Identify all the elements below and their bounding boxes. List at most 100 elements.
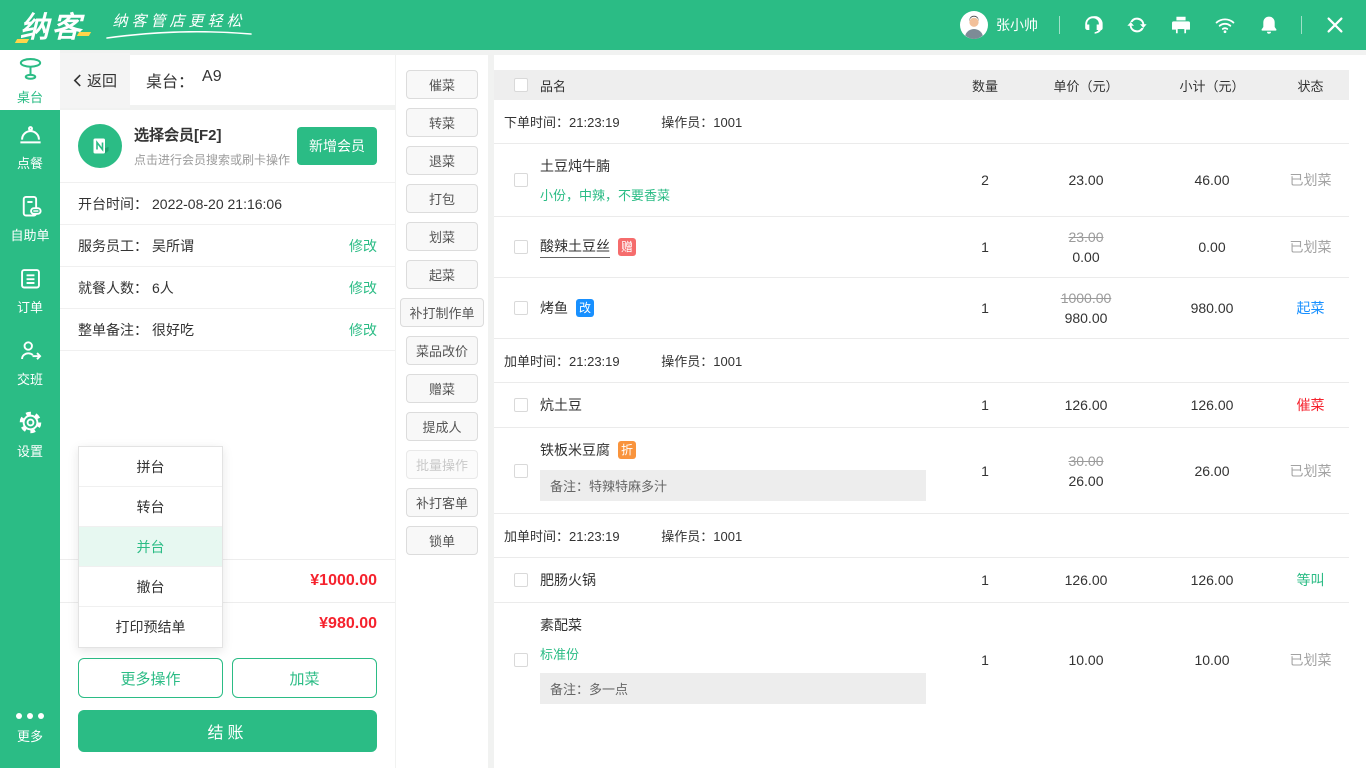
row-checkbox[interactable]: [514, 652, 528, 667]
dish-spec: 小份，中辣，不要香菜: [540, 188, 671, 203]
dish-qty: 1: [981, 300, 989, 316]
dish-subtotal: 0.00: [1198, 239, 1226, 255]
support-icon[interactable]: [1081, 14, 1104, 37]
order-remark-row: 整单备注： 很好吃 修改: [60, 309, 395, 351]
select-all-checkbox[interactable]: [514, 78, 528, 92]
dish-price: 980.00: [1064, 310, 1108, 326]
transfer-dish-button[interactable]: 转菜: [406, 108, 478, 137]
dish-status: 已划菜: [1289, 651, 1332, 668]
sidebar-item-label: 订单: [16, 299, 43, 315]
menu-item-join-table[interactable]: 拼台: [79, 447, 222, 487]
notification-bell-icon[interactable]: [1257, 14, 1280, 37]
row-checkbox[interactable]: [514, 463, 528, 478]
edit-guest-count-link[interactable]: 修改: [349, 278, 377, 298]
topbar: 纳客 纳客管店更轻松 张小帅: [0, 0, 1366, 50]
operator-label: 操作员：: [661, 115, 714, 130]
order-time-value: 21:23:19: [569, 115, 620, 130]
return-dish-button[interactable]: 退菜: [406, 146, 478, 175]
row-checkbox[interactable]: [514, 398, 528, 412]
wifi-icon[interactable]: [1213, 14, 1236, 37]
printer-icon[interactable]: [1169, 14, 1192, 37]
back-button[interactable]: 返回: [60, 52, 130, 108]
dish-status: 已划菜: [1289, 239, 1332, 255]
dish-status: 起菜: [1296, 300, 1325, 316]
dish-qty: 1: [981, 239, 989, 255]
order-time-label: 加单时间：: [504, 354, 570, 369]
back-label: 返回: [86, 72, 117, 90]
reprint-customer-ticket-button[interactable]: 补打客单: [406, 488, 478, 517]
sidebar-item-shift[interactable]: 交班: [0, 326, 60, 398]
menu-item-merge-table[interactable]: 并台: [79, 527, 222, 567]
commission-person-button[interactable]: 提成人: [406, 412, 478, 441]
dish-spec: 标准份: [540, 647, 580, 662]
order-group: 加单时间：21:23:19 操作员：1001 肥肠火锅 1 126.00 126…: [494, 514, 1349, 716]
table-row: 素配菜 标准份 备注：多一点 1 10.00 10.00 已划菜: [494, 603, 1349, 716]
open-time-value: 2022-08-20 21:16:06: [152, 195, 282, 212]
checkout-button[interactable]: 结账: [78, 710, 377, 752]
dish-subtotal: 126.00: [1190, 572, 1234, 588]
app-tagline-text: 纳客管店更轻松: [112, 13, 246, 30]
more-actions-popup: 拼台 转台 并台 撤台 打印预结单: [78, 446, 223, 648]
close-icon[interactable]: [1323, 14, 1346, 37]
member-card-icon: [78, 124, 122, 168]
guest-count-value: 6人: [152, 279, 174, 296]
change-dish-price-button[interactable]: 菜品改价: [406, 336, 478, 365]
sidebar-item-label: 自助单: [10, 227, 50, 243]
row-checkbox[interactable]: [514, 173, 528, 187]
takeout-pack-button[interactable]: 打包: [406, 184, 478, 213]
start-dish-button[interactable]: 起菜: [406, 260, 478, 289]
user-menu[interactable]: 张小帅: [960, 11, 1038, 39]
reprint-kitchen-ticket-button[interactable]: 补打制作单: [400, 298, 484, 327]
operator-value: 1001: [713, 529, 743, 544]
row-checkbox[interactable]: [514, 240, 528, 254]
lock-order-button[interactable]: 锁单: [406, 526, 478, 555]
order-time-value: 21:23:19: [569, 529, 620, 544]
open-time-row: 开台时间： 2022-08-20 21:16:06: [60, 183, 395, 225]
sidebar-item-order-food[interactable]: 点餐: [0, 110, 60, 182]
sidebar-item-settings[interactable]: 设置: [0, 398, 60, 470]
sync-icon[interactable]: [1125, 14, 1148, 37]
mark-served-button[interactable]: 划菜: [406, 222, 478, 251]
tagline-swoosh: [106, 31, 252, 39]
edit-waiter-link[interactable]: 修改: [349, 236, 377, 256]
row-checkbox[interactable]: [514, 301, 528, 315]
dish-old-price: 1000.00: [1060, 290, 1112, 306]
sidebar-item-label: 桌台: [16, 89, 43, 105]
order-remark-value: 很好吃: [152, 321, 194, 338]
dish-subtotal: 126.00: [1190, 397, 1234, 413]
sidebar-item-self-order[interactable]: 自助单: [0, 182, 60, 254]
dish-subtotal: 46.00: [1194, 172, 1230, 188]
more-operations-button[interactable]: 更多操作: [78, 658, 223, 698]
sidebar-item-tables[interactable]: 桌台: [0, 50, 60, 110]
dish-name: 烤鱼: [540, 300, 568, 316]
operator-value: 1001: [713, 115, 743, 130]
add-member-button[interactable]: 新增会员: [297, 127, 377, 165]
column-header-qty: 数量: [971, 78, 998, 94]
dish-price: 10.00: [1068, 651, 1104, 668]
operator-value: 1001: [713, 354, 743, 369]
column-header-name: 品名: [540, 78, 567, 94]
select-member-subtitle: 点击进行会员搜索或刷卡操作: [134, 153, 291, 167]
dish-qty: 2: [981, 172, 989, 188]
order-group: 加单时间：21:23:19 操作员：1001 炕土豆 1 126.00 126.…: [494, 339, 1349, 514]
logo-accent: [76, 32, 92, 36]
menu-item-transfer-table[interactable]: 转台: [79, 487, 222, 527]
order-table-header: 品名 数量 单价（元） 小计（元） 状态: [494, 70, 1349, 100]
sidebar-item-more[interactable]: 更多: [0, 700, 60, 758]
menu-item-clear-table[interactable]: 撤台: [79, 567, 222, 607]
user-avatar: [960, 11, 988, 39]
row-checkbox[interactable]: [514, 573, 528, 587]
add-dish-button[interactable]: 加菜: [232, 658, 377, 698]
table-row: 烤鱼 改 1 1000.00 980.00 980.00 起菜: [494, 278, 1349, 339]
menu-item-print-prebill[interactable]: 打印预结单: [79, 607, 222, 647]
sidebar-item-orders[interactable]: 订单: [0, 254, 60, 326]
app-logo-text: 纳客: [20, 12, 85, 44]
app-logo: 纳客: [14, 4, 92, 46]
urge-dish-button[interactable]: 催菜: [406, 70, 478, 99]
order-time-value: 21:23:19: [569, 354, 620, 369]
select-member-area[interactable]: 选择会员[F2] 点击进行会员搜索或刷卡操作: [134, 124, 297, 168]
dish-price: 126.00: [1064, 397, 1108, 413]
edit-remark-link[interactable]: 修改: [349, 320, 377, 340]
gift-dish-button[interactable]: 赠菜: [406, 374, 478, 403]
discount-badge: 折: [618, 441, 636, 459]
